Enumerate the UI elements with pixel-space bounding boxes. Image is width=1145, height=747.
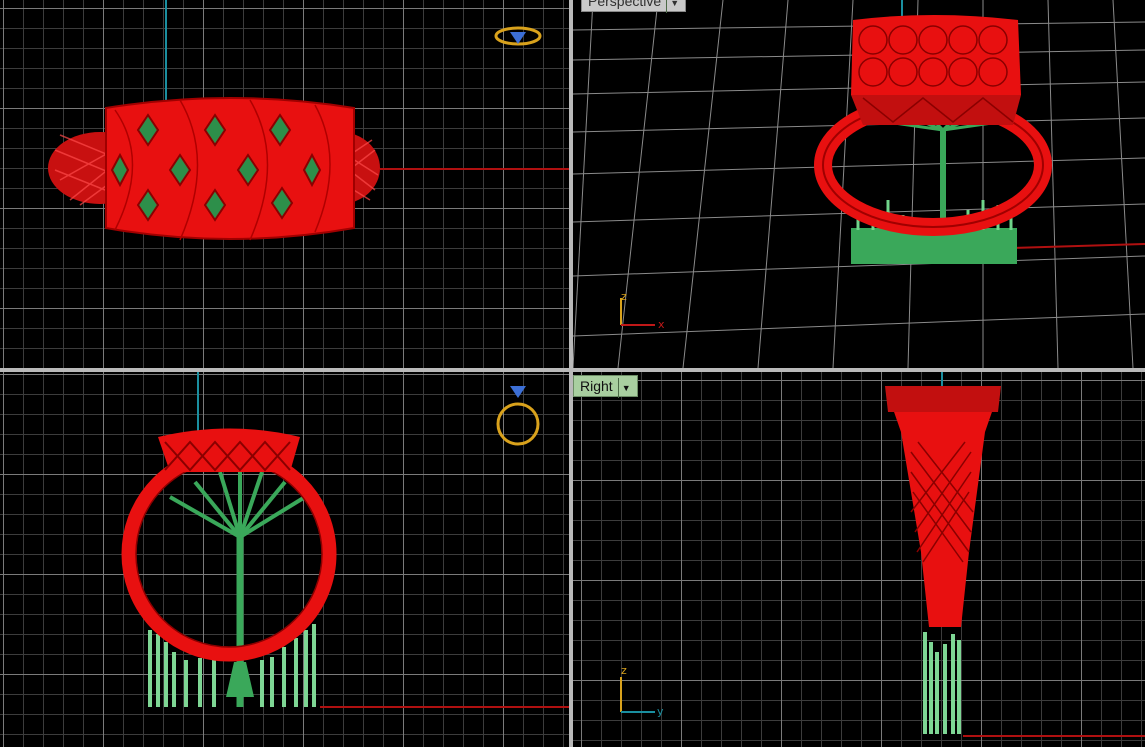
perspective-view-canvas: z x bbox=[573, 0, 1145, 368]
right-axis-indicator: z y bbox=[620, 664, 664, 718]
viewport-perspective[interactable]: z x Perspective ▼ bbox=[573, 0, 1145, 368]
front-view-canvas bbox=[121, 372, 569, 708]
ring-widget-icon[interactable] bbox=[494, 26, 542, 46]
top-view-canvas bbox=[48, 0, 569, 241]
viewport-label-right[interactable]: Right ▼ bbox=[573, 375, 638, 398]
viewport-front[interactable] bbox=[0, 372, 569, 747]
viewport-right[interactable]: z y Right ▼ bbox=[573, 372, 1145, 747]
ring-top-model bbox=[48, 97, 380, 241]
right-view-canvas: z y bbox=[620, 372, 1145, 737]
viewport-label-perspective[interactable]: Perspective ▼ bbox=[581, 0, 687, 13]
viewport-divider-horizontal[interactable] bbox=[0, 368, 1145, 372]
viewport-top[interactable] bbox=[0, 0, 569, 368]
ring-right-model bbox=[885, 386, 1001, 734]
ring-perspective-model bbox=[814, 15, 1052, 264]
chevron-down-icon[interactable]: ▼ bbox=[617, 378, 631, 398]
viewport-label-right-text: Right bbox=[580, 378, 613, 394]
persp-z-axis-label: z bbox=[621, 290, 627, 303]
right-z-axis-label: z bbox=[621, 664, 627, 677]
viewport-divider-vertical[interactable] bbox=[569, 0, 573, 747]
ring-front-model bbox=[121, 428, 337, 707]
right-y-axis-label: y bbox=[657, 705, 664, 718]
ring-widget-icon[interactable] bbox=[496, 386, 540, 446]
chevron-down-icon[interactable]: ▼ bbox=[666, 0, 679, 13]
viewport-label-perspective-text: Perspective bbox=[588, 0, 662, 9]
persp-x-axis-label: x bbox=[658, 318, 665, 331]
persp-x-axis-line bbox=[1012, 243, 1145, 249]
persp-axis-indicator: z x bbox=[620, 290, 665, 331]
